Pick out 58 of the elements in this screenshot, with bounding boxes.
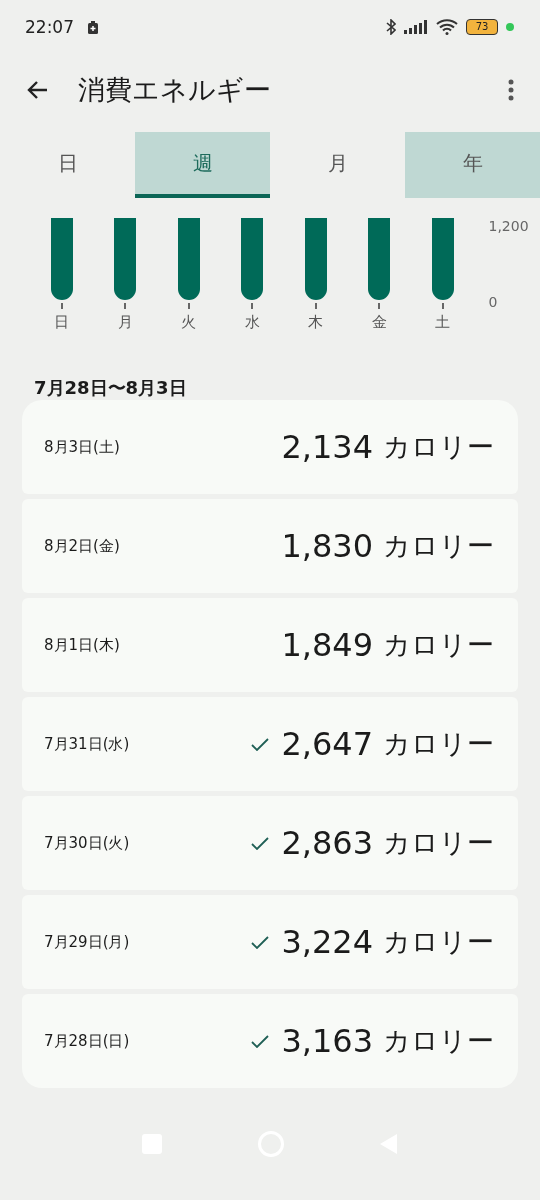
axis-label: 1,200 — [488, 218, 529, 234]
signal-icon — [404, 20, 428, 34]
axis-tick — [124, 303, 127, 309]
calorie-unit: カロリー — [383, 1024, 494, 1058]
day-entry-card[interactable]: 7月31日(水) 2,647 カロリー — [22, 697, 518, 791]
calorie-value: 2,863 — [281, 824, 373, 862]
period-tab[interactable]: 週 — [135, 132, 270, 198]
calorie-unit: カロリー — [383, 529, 494, 563]
entry-date: 7月30日(火) — [44, 833, 130, 853]
calorie-value: 1,830 — [281, 527, 373, 565]
calorie-value: 3,224 — [281, 923, 373, 961]
battery-icon: 73 — [466, 19, 498, 35]
entry-date: 8月2日(金) — [44, 536, 120, 556]
calorie-value: 2,647 — [281, 725, 373, 763]
calorie-value: 2,134 — [281, 428, 373, 466]
axis-tick — [441, 303, 444, 309]
day-label: 土 — [435, 313, 451, 332]
entry-date: 8月1日(木) — [44, 635, 120, 655]
period-tab[interactable]: 月 — [270, 132, 405, 198]
day-entry-card[interactable]: 7月29日(月) 3,224 カロリー — [22, 895, 518, 989]
page-title: 消費エネルギー — [78, 73, 272, 107]
calorie-value: 1,849 — [281, 626, 373, 664]
axis-tick — [187, 303, 190, 309]
day-entry-card[interactable]: 8月3日(土) 2,134 カロリー — [22, 400, 518, 494]
entry-date: 7月29日(月) — [44, 932, 130, 952]
day-entry-card[interactable]: 8月2日(金) 1,830 カロリー — [22, 499, 518, 593]
day-label: 水 — [244, 313, 260, 332]
period-tab[interactable]: 年 — [405, 132, 540, 198]
calorie-unit: カロリー — [383, 727, 494, 761]
calorie-unit: カロリー — [383, 628, 494, 662]
battery-saver-icon — [88, 20, 98, 34]
calorie-value: 3,163 — [281, 1022, 373, 1060]
axis-tick — [314, 303, 317, 309]
day-entry-card[interactable]: 7月30日(火) 2,863 カロリー — [22, 796, 518, 890]
day-label: 金 — [371, 313, 387, 332]
axis-tick — [378, 303, 381, 309]
day-label: 火 — [181, 313, 197, 332]
date-range: 7月28日〜8月3日 — [33, 376, 188, 400]
day-label: 木 — [308, 313, 324, 332]
axis-tick — [251, 303, 254, 309]
calorie-unit: カロリー — [383, 430, 494, 464]
day-label: 月 — [117, 313, 133, 332]
period-tab[interactable]: 日 — [0, 132, 135, 198]
privacy-dot-icon — [506, 23, 514, 31]
calorie-unit: カロリー — [383, 826, 494, 860]
wifi-icon — [436, 19, 458, 35]
day-entry-card[interactable]: 7月28日(日) 3,163 カロリー — [22, 994, 518, 1088]
more-options-icon[interactable] — [508, 79, 514, 101]
axis-label: 0 — [488, 294, 499, 310]
day-label: 日 — [54, 313, 70, 332]
status-time: 22:07 — [25, 17, 74, 37]
entry-date: 7月28日(日) — [44, 1031, 130, 1051]
entry-date: 8月3日(土) — [44, 437, 120, 457]
day-entry-card[interactable]: 8月1日(木) 1,849 カロリー — [22, 598, 518, 692]
entry-date: 7月31日(水) — [44, 734, 130, 754]
calorie-unit: カロリー — [383, 925, 494, 959]
axis-tick — [60, 303, 63, 309]
bluetooth-icon — [386, 19, 396, 35]
